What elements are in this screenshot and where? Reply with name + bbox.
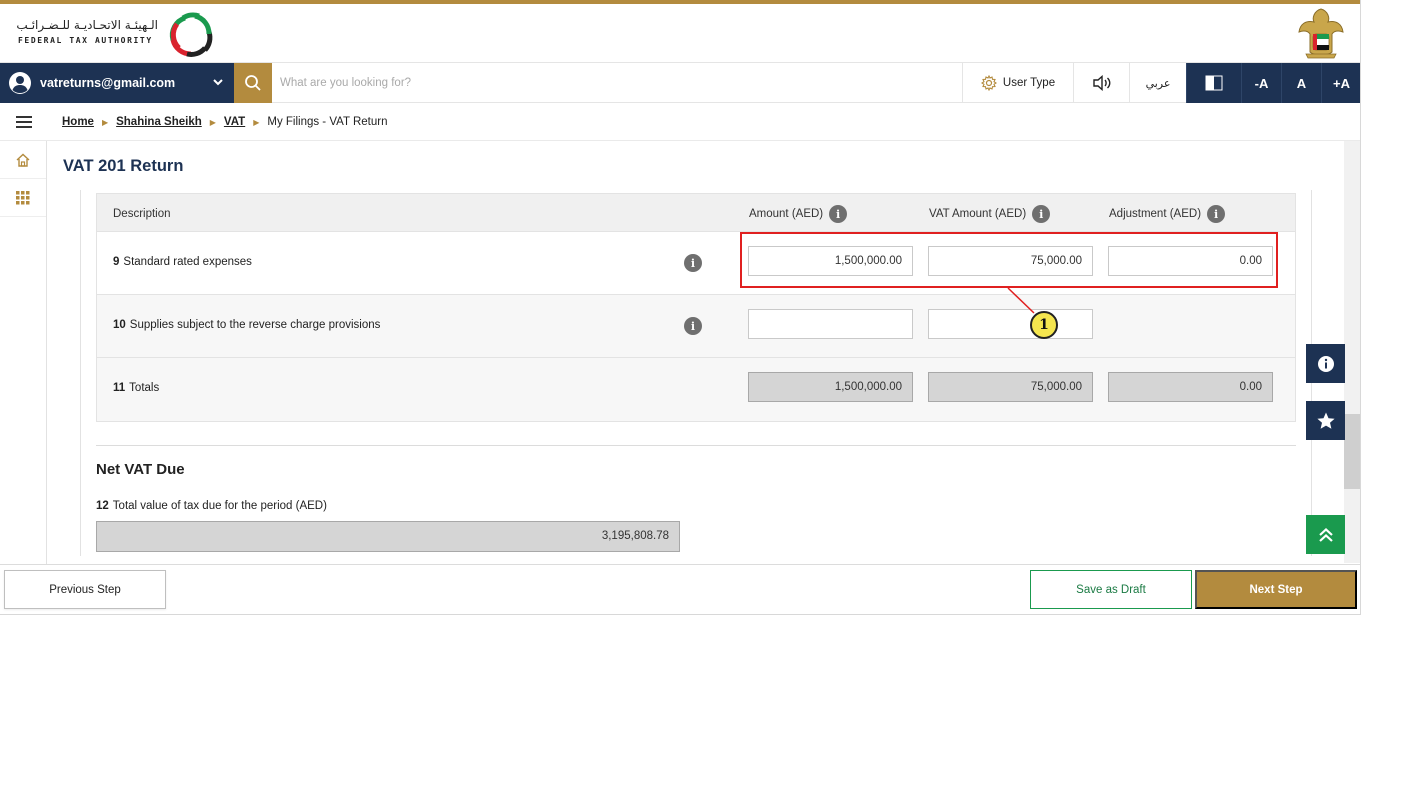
search-input[interactable]	[280, 69, 940, 97]
site-header: الـهيئـة الاتحـاديـة للـضـرائـب FEDERAL …	[0, 4, 1360, 62]
column-header-vat-amount: VAT Amount (AED) i	[929, 205, 1051, 223]
main-content: Description Amount (AED) i VAT Amount (A…	[80, 190, 1312, 556]
table-row-reverse-charge: 10 Supplies subject to the reverse charge…	[97, 295, 1295, 358]
row-label-text: Totals	[129, 382, 160, 394]
breadcrumb-user[interactable]: Shahina Sheikh	[116, 116, 202, 128]
column-header-label: VAT Amount (AED)	[929, 208, 1027, 220]
column-header-label: Description	[113, 208, 171, 220]
double-chevron-up-icon	[1318, 527, 1333, 542]
box10-amount-input[interactable]	[748, 309, 913, 339]
next-step-button[interactable]: Next Step	[1195, 570, 1357, 609]
row-number: 11	[113, 382, 126, 394]
favorites-button[interactable]	[1306, 401, 1345, 440]
speaker-icon	[1092, 75, 1110, 91]
totals-amount-value: 1,500,000.00	[748, 372, 913, 402]
box9-amount-input[interactable]	[748, 246, 913, 276]
row-number: 10	[113, 319, 126, 331]
grid-apps-icon	[16, 190, 30, 204]
logo-arabic-text: الـهيئـة الاتحـاديـة للـضـرائـب	[16, 18, 158, 32]
user-avatar-icon	[9, 72, 31, 94]
table-row-totals: 11 Totals 1,500,000.00 75,000.00 0.00	[97, 358, 1295, 421]
logo-english-text: FEDERAL TAX AUTHORITY	[18, 36, 153, 45]
breadcrumb-current: My Filings - VAT Return	[267, 116, 388, 128]
breadcrumb-separator-icon: ▶	[253, 117, 260, 127]
table-header: Description Amount (AED) i VAT Amount (A…	[97, 194, 1295, 232]
info-icon[interactable]: i	[1207, 205, 1226, 223]
row-number: 9	[113, 256, 120, 268]
uae-emblem-icon	[1298, 8, 1344, 59]
column-header-adjustment: Adjustment (AED) i	[1109, 205, 1226, 223]
breadcrumb: Home ▶ Shahina Sheikh ▶ VAT ▶ My Filings…	[62, 116, 388, 128]
star-icon	[1316, 412, 1335, 429]
row-label-text: Standard rated expenses	[123, 256, 252, 268]
column-header-label: Amount (AED)	[749, 208, 824, 220]
font-increase-button[interactable]: +A	[1321, 63, 1360, 103]
info-icon[interactable]: i	[829, 205, 848, 223]
font-decrease-button[interactable]: -A	[1241, 63, 1281, 103]
net-vat-due-heading: Net VAT Due	[96, 461, 185, 478]
row-label: 10 Supplies subject to the reverse charge…	[113, 319, 380, 331]
breadcrumb-separator-icon: ▶	[209, 117, 216, 127]
user-type-label: User Type	[1002, 77, 1056, 89]
top-navbar: vatreturns@gmail.com User Type	[0, 62, 1360, 103]
info-icon[interactable]: i	[1032, 205, 1051, 223]
box9-adjustment-input[interactable]	[1108, 246, 1273, 276]
scrollbar-thumb[interactable]	[1344, 414, 1360, 489]
box10-vat-amount-input[interactable]	[928, 309, 1093, 339]
row-label: 11 Totals	[113, 382, 159, 394]
row-label: 9 Standard rated expenses	[113, 256, 252, 268]
sidebar-item-home[interactable]	[0, 141, 46, 179]
save-as-draft-button[interactable]: Save as Draft	[1030, 570, 1192, 609]
total-tax-due-value: 3,195,808.78	[96, 521, 680, 552]
scroll-to-top-button[interactable]	[1306, 515, 1345, 554]
total-tax-due-label: 12 Total value of tax due for the period …	[96, 500, 327, 512]
previous-step-button[interactable]: Previous Step	[4, 570, 166, 609]
section-divider	[96, 445, 1296, 446]
fta-logo-mark-icon	[169, 12, 213, 57]
nav-tools: User Type عربي -A A +A	[962, 63, 1360, 103]
gear-icon	[980, 75, 997, 91]
font-normal-button[interactable]: A	[1281, 63, 1321, 103]
page-title: VAT 201 Return	[63, 157, 184, 175]
row-label-text: Supplies subject to the reverse charge p…	[129, 319, 381, 331]
search-button[interactable]	[234, 63, 272, 103]
search-icon	[245, 75, 261, 91]
table-row-standard-rated-expenses: 9 Standard rated expenses i	[97, 232, 1295, 295]
breadcrumb-separator-icon: ▶	[101, 117, 109, 127]
column-header-description: Description	[113, 208, 171, 220]
app-window: الـهيئـة الاتحـاديـة للـضـرائـب FEDERAL …	[0, 0, 1361, 615]
row-label-text: Total value of tax due for the period (A…	[112, 500, 327, 512]
totals-adjustment-value: 0.00	[1108, 372, 1273, 402]
hamburger-menu-icon[interactable]	[16, 115, 32, 129]
contrast-toggle[interactable]	[1186, 63, 1241, 103]
text-to-speech-button[interactable]	[1073, 63, 1129, 103]
row-number: 12	[96, 500, 109, 512]
chevron-down-icon	[213, 79, 223, 86]
user-menu[interactable]: vatreturns@gmail.com	[0, 63, 234, 103]
vat-table: Description Amount (AED) i VAT Amount (A…	[96, 193, 1296, 422]
footer-actions: Previous Step Save as Draft Next Step	[0, 564, 1360, 614]
scrollbar-track[interactable]	[1344, 141, 1360, 563]
breadcrumb-bar: Home ▶ Shahina Sheikh ▶ VAT ▶ My Filings…	[0, 103, 1360, 141]
breadcrumb-home[interactable]: Home	[62, 116, 94, 128]
column-header-label: Adjustment (AED)	[1109, 208, 1202, 220]
annotation-badge: 1	[1030, 311, 1058, 339]
breadcrumb-vat[interactable]: VAT	[224, 116, 245, 128]
user-type-button[interactable]: User Type	[962, 63, 1073, 103]
fta-logo[interactable]: الـهيئـة الاتحـاديـة للـضـرائـب FEDERAL …	[16, 8, 218, 60]
info-icon[interactable]: i	[684, 317, 702, 335]
help-info-button[interactable]	[1306, 344, 1345, 383]
box9-vat-amount-input[interactable]	[928, 246, 1093, 276]
contrast-icon	[1205, 75, 1223, 91]
left-sidebar	[0, 141, 47, 564]
info-circle-icon	[1317, 355, 1334, 372]
totals-vat-amount-value: 75,000.00	[928, 372, 1093, 402]
info-icon[interactable]: i	[684, 254, 702, 272]
sidebar-item-apps[interactable]	[0, 179, 46, 217]
column-header-amount: Amount (AED) i	[749, 205, 848, 223]
home-icon	[16, 153, 30, 167]
language-toggle[interactable]: عربي	[1129, 63, 1186, 103]
user-email: vatreturns@gmail.com	[40, 76, 176, 90]
